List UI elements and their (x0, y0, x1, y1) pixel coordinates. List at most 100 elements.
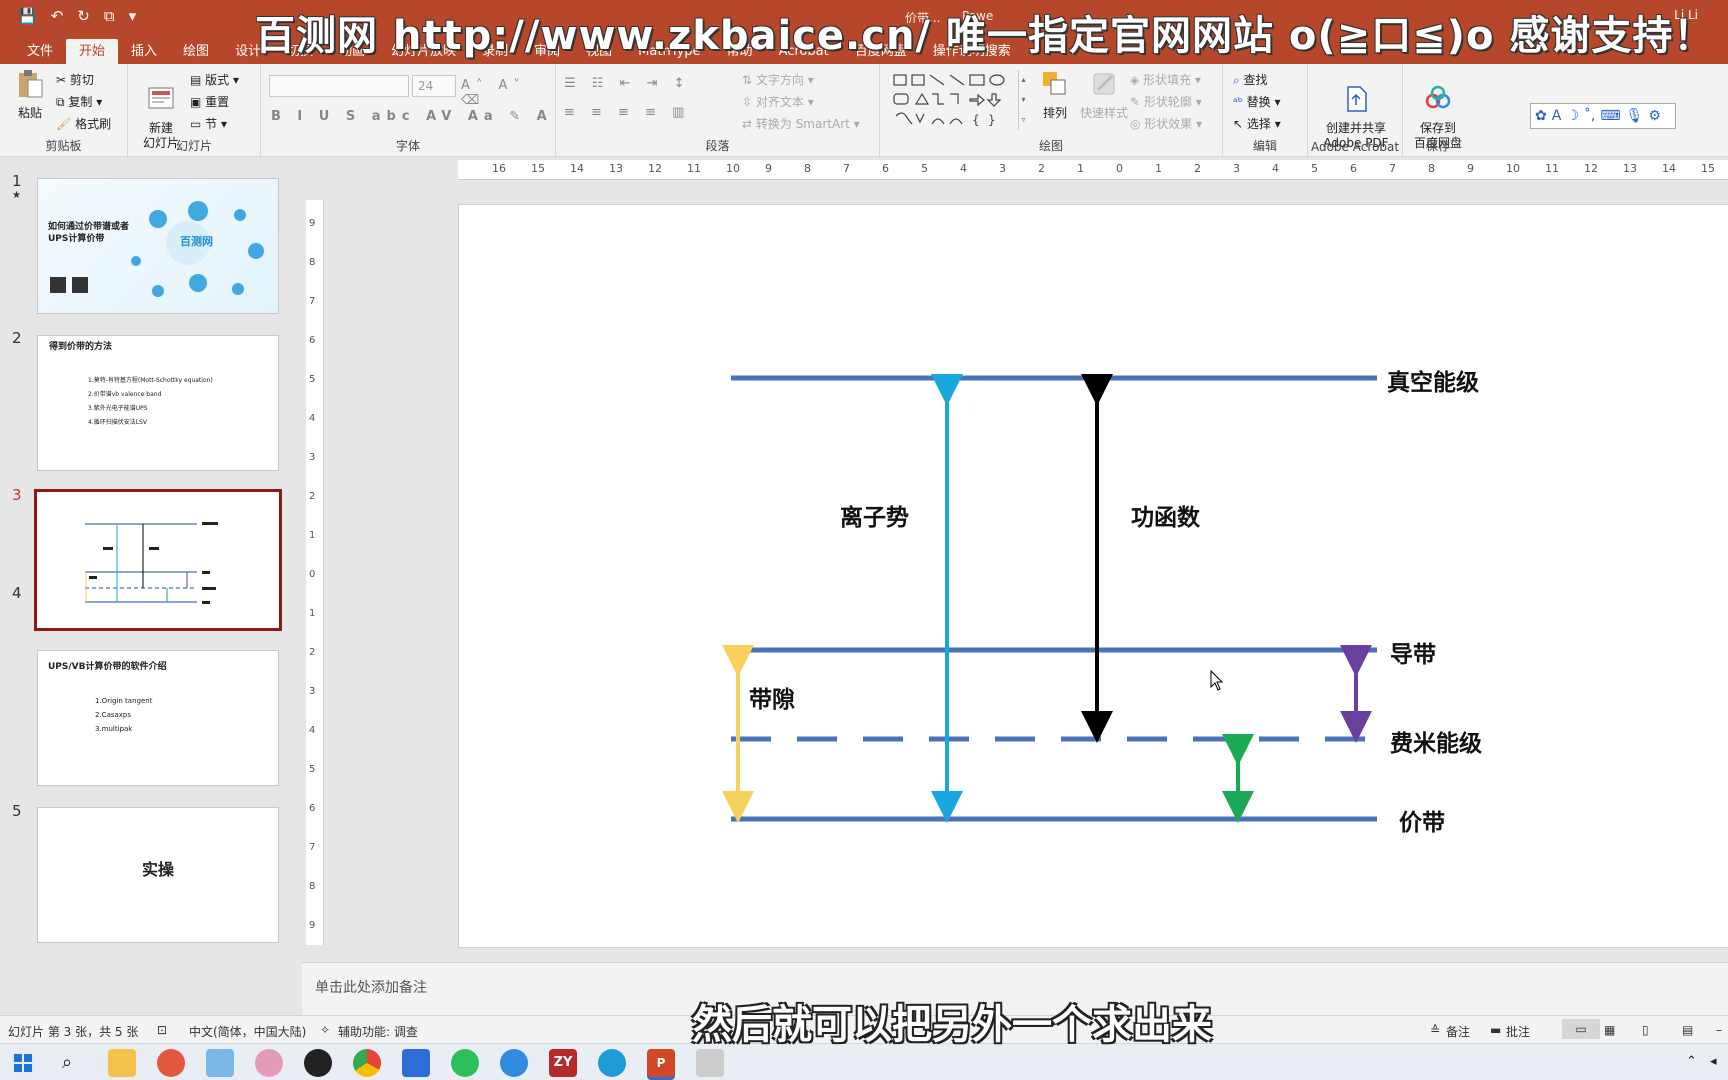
font-size-box[interactable]: 24 (412, 75, 456, 97)
ruler-v-label: 7 (309, 842, 316, 853)
smartart-button[interactable]: ⇄ 转换为 SmartArt ▾ (742, 115, 860, 132)
quick-styles-button[interactable]: 快速样式 (1076, 68, 1132, 121)
tab-1[interactable]: 开始 (66, 39, 119, 64)
notes-toggle[interactable]: 备注 (1446, 1023, 1470, 1040)
shape-outline-button[interactable]: ✎ 形状轮廓 ▾ (1130, 93, 1202, 110)
text-direction-button[interactable]: ⇅ 文字方向 ▾ (742, 71, 814, 88)
notes-placeholder[interactable]: 单击此处添加备注 (315, 977, 427, 997)
ie-icon[interactable] (500, 1049, 528, 1077)
shapes-gallery-scroll[interactable]: ▴ ▾ ▿ (1018, 70, 1028, 130)
save-icon[interactable]: 💾 (18, 7, 37, 25)
band-gap-label[interactable]: 带隙 (749, 680, 795, 714)
find-button[interactable]: ⌕ 查找 (1233, 71, 1268, 88)
wechat-icon[interactable] (451, 1049, 479, 1077)
horizontal-ruler[interactable]: 16 15 14 13 12 11 10 9 8 7 6 5 4 3 2 1 0 1 2 3 4 5 6 7 8 9 10 11 12 1… (458, 160, 1728, 180)
quick-access-toolbar: 💾 ↶ ↻ ⧉ ▾ (18, 7, 136, 25)
spellcheck-icon[interactable]: ⊡ (157, 1023, 167, 1037)
copy-button[interactable]: ⧉ 复制 ▾ (56, 93, 102, 110)
ionization-potential-label[interactable]: 离子势 (840, 498, 909, 532)
slide-thumbnail-4[interactable]: UPS/VB计算价带的软件介绍 1.Origin tangent 2.Casax… (37, 650, 279, 786)
smartart-icon: ⇄ (742, 117, 756, 131)
normal-view-icon[interactable]: ▭ (1562, 1019, 1600, 1039)
ruler-h-label: 7 (1389, 162, 1396, 175)
slide-star-1: ★ (12, 190, 21, 201)
volume-icon[interactable]: ◂ (1710, 1054, 1717, 1069)
tray-chevron-icon[interactable]: ⌃ (1686, 1054, 1697, 1069)
tab-2[interactable]: 插入 (118, 39, 170, 64)
alignment-icons[interactable]: ≡ ≡ ≡ ≡ ▥ (564, 105, 690, 120)
slide-number-3: 3 (12, 486, 22, 504)
slideshow-icon[interactable]: ▤ (1682, 1023, 1693, 1037)
font-grow-shrink-icons[interactable]: A˄ A˅ ⌫ (461, 78, 555, 108)
app-icon[interactable] (696, 1049, 724, 1077)
select-button[interactable]: ↖ 选择 ▾ (1233, 115, 1281, 132)
edge-icon[interactable] (598, 1049, 626, 1077)
ruler-v-label: 5 (309, 374, 316, 385)
tab-3[interactable]: 绘图 (170, 39, 222, 64)
align-text-button[interactable]: ⇳ 对齐文本 ▾ (742, 93, 814, 110)
arrange-button[interactable]: 排列 (1035, 68, 1075, 121)
list-indent-icons[interactable]: ☰ ☷ ⇤ ⇥ ↕ (564, 76, 691, 91)
settings-icon: ⚙ (1648, 108, 1661, 124)
font-format-icons[interactable]: B I U S abc AV Aa ✎ A (271, 109, 553, 124)
reading-view-icon[interactable]: ▯ (1642, 1023, 1649, 1037)
windows-start-icon[interactable] (14, 1054, 32, 1072)
reset-button[interactable]: ▣ 重置 (190, 93, 229, 110)
file-explorer-icon[interactable] (108, 1049, 136, 1077)
powerpoint-icon[interactable]: P (647, 1049, 675, 1077)
fermi-level-label[interactable]: 费米能级 (1390, 724, 1482, 758)
section-button[interactable]: ▭ 节 ▾ (190, 115, 227, 132)
shape-effects-button[interactable]: ◎ 形状效果 ▾ (1130, 115, 1202, 132)
replace-label: 替换 (1246, 95, 1271, 109)
app-icon[interactable] (402, 1049, 430, 1077)
accessibility-icon: ✧ (320, 1023, 331, 1037)
layout-button[interactable]: ▤ 版式 ▾ (190, 71, 239, 88)
slide-canvas[interactable]: 真空能级 导带 费米能级 价带 离子势 功函数 带隙 (458, 204, 1728, 948)
ruler-h-label: 14 (570, 162, 584, 175)
search-icon[interactable]: ⌕ (62, 1052, 72, 1073)
slide-thumbnail-5[interactable]: 实操 (37, 807, 279, 943)
slide-thumbnail-3[interactable] (34, 489, 282, 631)
format-painter-label: 格式刷 (75, 117, 112, 131)
app-icon[interactable] (206, 1049, 234, 1077)
clipboard-group: 粘贴 ✂ 剪切 ⧉ 复制 ▾ 🖌 格式刷 剪贴板 (0, 64, 128, 157)
thumbnail-4-line-2: 2.Casaxps (95, 711, 132, 719)
ruler-h-label: 10 (726, 162, 740, 175)
valence-band-label[interactable]: 价带 (1399, 803, 1445, 837)
replace-button[interactable]: ᵃᵇ 替换 ▾ (1233, 93, 1281, 110)
present-icon[interactable]: ⧉ (104, 7, 115, 25)
accessibility-status[interactable]: 辅助功能: 调查 (338, 1023, 418, 1040)
zy-app-icon[interactable]: ZY (549, 1049, 577, 1077)
vacuum-level-label[interactable]: 真空能级 (1387, 363, 1479, 397)
ruler-h-label: 15 (531, 162, 545, 175)
slide-sorter-icon[interactable]: ▦ (1604, 1023, 1615, 1037)
vertical-ruler[interactable]: 9 8 7 6 5 4 3 2 1 0 1 2 3 4 5 6 7 8 9 (306, 200, 324, 945)
shape-fill-button[interactable]: ◈ 形状填充 ▾ (1130, 71, 1201, 88)
paste-button[interactable]: 粘贴 (10, 68, 50, 121)
app-icon[interactable] (157, 1049, 185, 1077)
app-icon[interactable] (255, 1049, 283, 1077)
undo-icon[interactable]: ↶ (51, 7, 64, 25)
redo-icon[interactable]: ↻ (77, 7, 90, 25)
ruler-h-label: 9 (765, 162, 772, 175)
cut-button[interactable]: ✂ 剪切 (56, 71, 94, 88)
copy-label: 复制 (68, 95, 93, 109)
slide-thumbnail-1[interactable]: 如何通过价带谱或者 UPS计算价带 百测网 (37, 178, 279, 314)
conduction-band-label[interactable]: 导带 (1390, 635, 1436, 669)
slide-thumbnail-2[interactable]: 得到价带的方法 1.莫特-肖特基方程(Mott-Schottky equatio… (37, 335, 279, 471)
font-name-box[interactable] (269, 75, 409, 97)
language-status[interactable]: 中文(简体，中国大陆) (189, 1023, 306, 1040)
quick-styles-icon (1093, 73, 1115, 95)
format-painter-button[interactable]: 🖌 格式刷 (56, 115, 111, 132)
thumbnail-4-title: UPS/VB计算价带的软件介绍 (48, 662, 167, 672)
qq-icon[interactable] (304, 1049, 332, 1077)
comments-toggle[interactable]: 批注 (1506, 1023, 1530, 1040)
ime-toolbar[interactable]: ✿ A ☽ ˚, ⌨ 🎙 ⚙ (1530, 103, 1676, 129)
shapes-gallery[interactable]: {} (892, 72, 1032, 130)
band-diagram (722, 374, 1377, 823)
customize-qat-icon[interactable]: ▾ (129, 7, 137, 25)
zoom-slider[interactable]: – (1716, 1023, 1722, 1037)
tab-0[interactable]: 文件 (14, 39, 66, 64)
chrome-icon[interactable] (353, 1049, 381, 1077)
work-function-label[interactable]: 功函数 (1131, 498, 1200, 532)
